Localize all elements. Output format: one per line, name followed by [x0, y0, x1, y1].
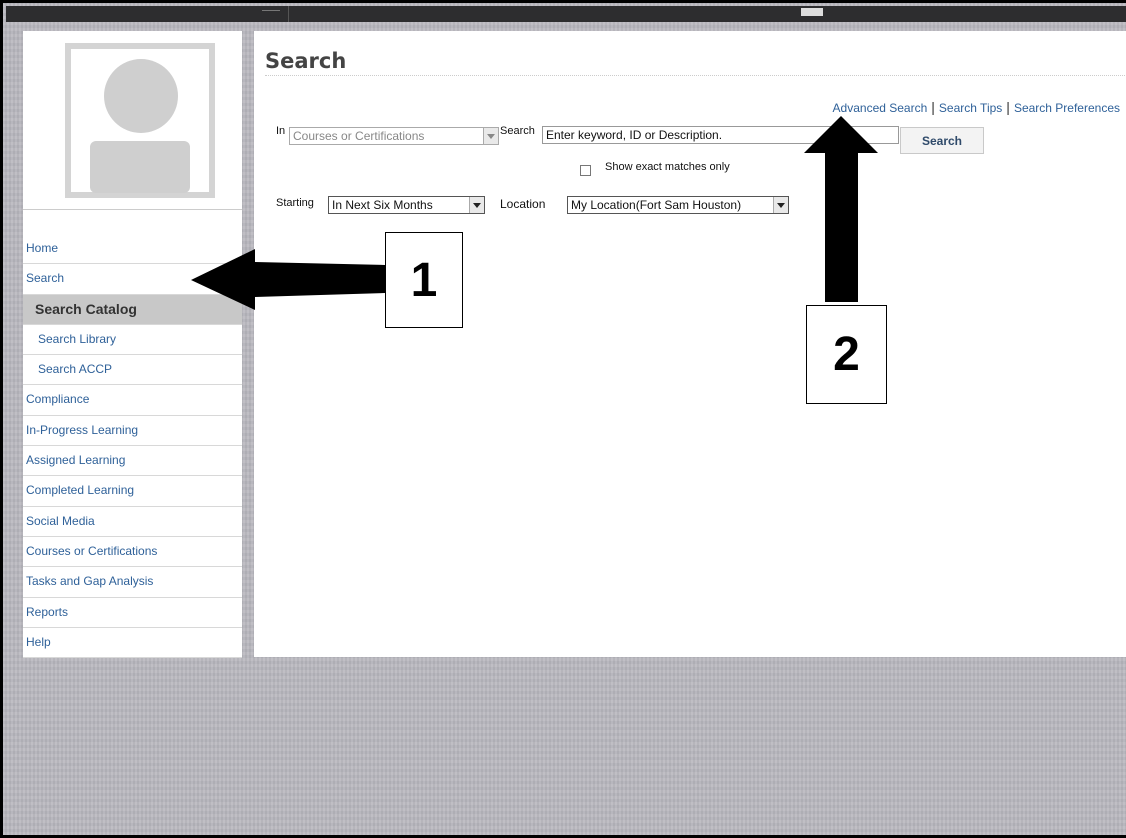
top-bar-mark — [262, 6, 280, 11]
sidebar-item-label: Home — [26, 241, 59, 255]
sidebar-item-social-media[interactable]: Social Media — [23, 507, 242, 537]
exact-matches-checkbox[interactable] — [580, 165, 591, 176]
screenshot-frame: Home Search Search Catalog Search Librar… — [0, 0, 1126, 838]
top-bar-divider — [288, 6, 289, 22]
search-input-value: Enter keyword, ID or Description. — [546, 128, 723, 142]
sidebar-item-search-library[interactable]: Search Library — [23, 325, 242, 356]
sidebar-item-search-accp[interactable]: Search ACCP — [23, 355, 242, 386]
sidebar-item-compliance[interactable]: Compliance — [23, 385, 242, 416]
sidebar-item-label: Tasks and Gap Analysis — [26, 574, 154, 589]
sidebar-item-label: Compliance — [26, 392, 90, 407]
sidebar-item-assigned-learning[interactable]: Assigned Learning — [23, 446, 242, 477]
callout-two: 2 — [806, 305, 887, 404]
top-bar-grip-icon — [801, 8, 823, 16]
avatar — [65, 43, 215, 198]
sidebar-item-completed-learning[interactable]: Completed Learning — [23, 476, 242, 507]
search-button[interactable]: Search — [900, 127, 984, 154]
sidebar-item-help[interactable]: Help — [23, 628, 242, 659]
starting-label: Starting — [276, 197, 314, 209]
sidebar-item-label: Search ACCP — [38, 362, 113, 377]
sidebar-item-label: Social Media — [26, 513, 95, 528]
sidebar-item-label: Search — [26, 271, 65, 286]
sidebar-item-label: Assigned Learning — [26, 453, 126, 468]
search-input[interactable]: Enter keyword, ID or Description. — [542, 126, 899, 144]
sidebar-item-label: Completed Learning — [26, 483, 135, 498]
sidebar-item-label: Help — [26, 634, 51, 649]
sidebar-nav: Home Search Search Catalog Search Librar… — [23, 234, 242, 659]
location-select-value: My Location(Fort Sam Houston) — [571, 198, 742, 212]
sidebar-item-in-progress-learning[interactable]: In-Progress Learning — [23, 416, 242, 447]
search-label: Search — [500, 125, 535, 137]
sidebar-item-reports[interactable]: Reports — [23, 598, 242, 628]
sidebar-item-search-catalog[interactable]: Search Catalog — [23, 294, 242, 325]
search-tips-link[interactable]: Search Tips — [939, 101, 1002, 115]
sidebar-item-label: Courses or Certifications — [26, 543, 158, 558]
sidebar-item-courses-or-certifications[interactable]: Courses or Certifications — [23, 537, 242, 568]
sidebar-divider — [23, 209, 242, 210]
sidebar-item-label: Search Library — [38, 331, 117, 346]
search-preferences-link[interactable]: Search Preferences — [1014, 101, 1120, 115]
avatar-body-shape — [90, 141, 190, 193]
top-bar — [6, 6, 1126, 22]
sidebar-item-search[interactable]: Search — [23, 264, 242, 295]
location-select[interactable]: My Location(Fort Sam Houston) — [567, 196, 789, 214]
title-divider — [265, 75, 1126, 76]
in-label: In — [276, 125, 286, 137]
avatar-placeholder-icon — [71, 49, 209, 193]
link-separator: | — [1006, 99, 1010, 115]
sidebar-item-label: Reports — [26, 604, 69, 619]
chevron-down-icon — [483, 128, 498, 144]
exact-matches-label: Show exact matches only — [605, 161, 730, 173]
chevron-down-icon — [773, 197, 788, 213]
sidebar-item-label: Search Catalog — [35, 300, 137, 317]
search-links: Advanced Search | Search Tips | Search Prefe… — [833, 99, 1120, 115]
in-select-value: Courses or Certifications — [293, 129, 425, 143]
advanced-search-link[interactable]: Advanced Search — [833, 101, 928, 115]
starting-select-value: In Next Six Months — [332, 198, 433, 212]
page-title: Search — [265, 49, 347, 73]
sidebar-item-label: In-Progress Learning — [26, 422, 139, 437]
sidebar: Home Search Search Catalog Search Librar… — [23, 31, 242, 659]
main-content: Search Advanced Search | Search Tips | Searc… — [254, 31, 1126, 657]
starting-select[interactable]: In Next Six Months — [328, 196, 485, 214]
callout-one: 1 — [385, 232, 463, 328]
location-label: Location — [500, 197, 546, 211]
sidebar-item-tasks-and-gap-analysis[interactable]: Tasks and Gap Analysis — [23, 567, 242, 598]
avatar-head-shape — [104, 59, 178, 133]
sidebar-item-home[interactable]: Home — [23, 234, 242, 265]
chevron-down-icon — [469, 197, 484, 213]
link-separator: | — [931, 99, 935, 115]
in-select[interactable]: Courses or Certifications — [289, 127, 499, 145]
